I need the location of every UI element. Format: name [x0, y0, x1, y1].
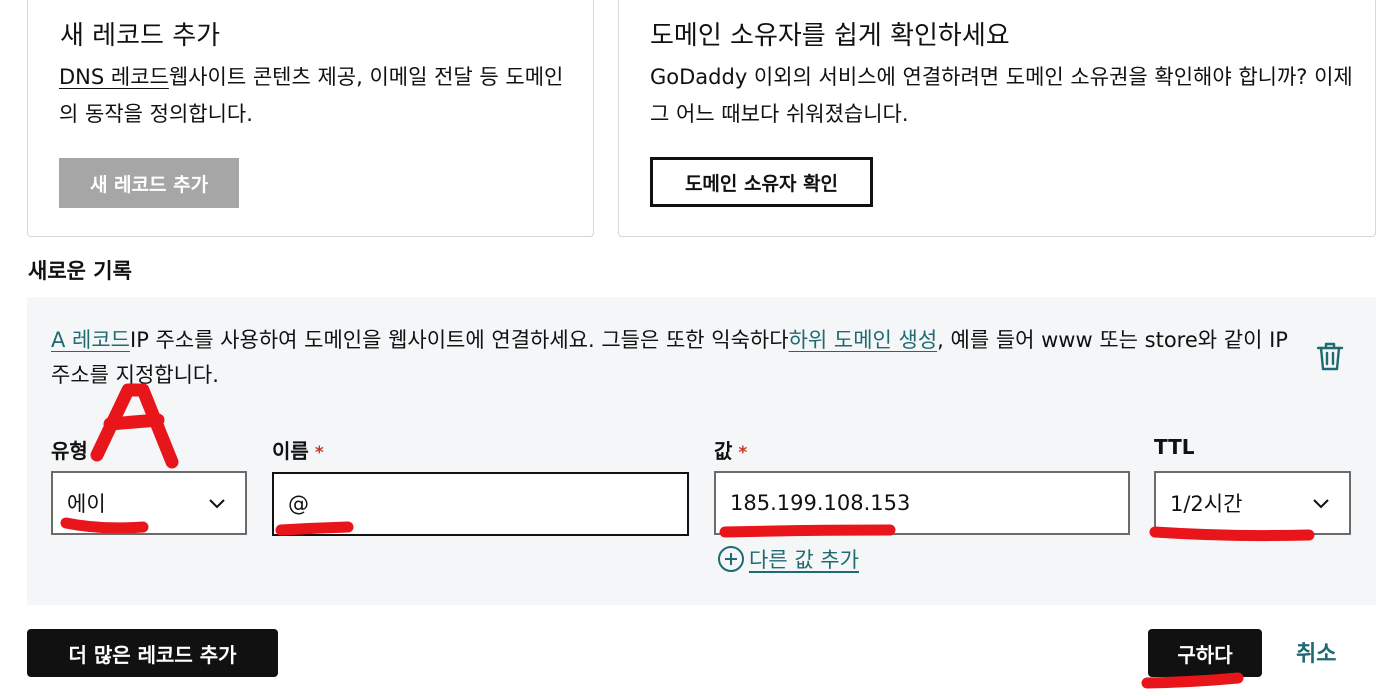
name-input-value: @	[288, 492, 309, 516]
type-label: 유형	[51, 435, 88, 464]
trash-icon[interactable]	[1313, 339, 1347, 373]
dns-records-link[interactable]: DNS 레코드	[59, 65, 169, 89]
ttl-select[interactable]: 1/2시간	[1154, 471, 1351, 535]
add-new-record-button[interactable]: 새 레코드 추가	[59, 158, 239, 208]
chevron-down-icon	[1313, 499, 1329, 509]
underline-save	[1141, 672, 1244, 689]
value-label-text: 값	[714, 439, 733, 463]
add-record-card: 새 레코드 추가 DNS 레코드웹사이트 콘텐츠 제공, 이메일 전달 등 도메…	[27, 0, 594, 237]
add-record-description: DNS 레코드웹사이트 콘텐츠 제공, 이메일 전달 등 도메인의 동작을 정의…	[59, 59, 579, 133]
add-another-value-label: 다른 값 추가	[749, 548, 859, 572]
value-label: 값 *	[714, 435, 747, 464]
verify-owner-card: 도메인 소유자를 쉽게 확인하세요 GoDaddy 이외의 서비스에 연결하려면…	[618, 0, 1376, 237]
new-record-section-title: 새로운 기록	[28, 259, 132, 283]
ttl-select-value: 1/2시간	[1170, 492, 1243, 516]
desc-text-1: IP 주소를 사용하여 도메인을 웹사이트에 연결하세요. 그들은 또한 익숙하…	[130, 328, 789, 352]
value-input[interactable]: 185.199.108.153	[714, 471, 1130, 535]
verify-owner-description: GoDaddy 이외의 서비스에 연결하려면 도메인 소유권을 확인해야 합니까…	[650, 65, 1353, 126]
type-select-value: 에이	[67, 492, 106, 516]
a-record-link[interactable]: A 레코드	[51, 328, 130, 352]
verify-owner-button[interactable]: 도메인 소유자 확인	[650, 157, 873, 207]
type-select[interactable]: 에이	[51, 471, 247, 535]
chevron-down-icon	[209, 499, 225, 509]
cancel-button[interactable]: 취소	[1296, 636, 1336, 668]
subdomain-link[interactable]: 하위 도메인 생성	[789, 328, 938, 352]
plus-circle-icon	[718, 546, 744, 572]
add-another-value-link[interactable]: 다른 값 추가	[717, 544, 859, 574]
name-label-text: 이름	[272, 439, 309, 463]
add-more-records-button[interactable]: 더 많은 레코드 추가	[27, 629, 278, 677]
verify-owner-title: 도메인 소유자를 쉽게 확인하세요	[650, 21, 1010, 51]
name-label: 이름 *	[272, 435, 324, 464]
new-record-panel: A 레코드IP 주소를 사용하여 도메인을 웹사이트에 연결하세요. 그들은 또…	[27, 297, 1376, 605]
save-button[interactable]: 구하다	[1148, 629, 1262, 677]
name-required-mark: *	[314, 443, 324, 463]
type-label-text: 유형	[51, 439, 88, 463]
name-input[interactable]: @	[272, 472, 689, 536]
value-input-value: 185.199.108.153	[730, 491, 911, 515]
ttl-label-text: TTL	[1154, 435, 1195, 459]
new-record-description: A 레코드IP 주소를 사용하여 도메인을 웹사이트에 연결하세요. 그들은 또…	[51, 323, 1311, 393]
value-required-mark: *	[738, 443, 748, 463]
ttl-label: TTL	[1154, 435, 1195, 459]
add-record-title: 새 레코드 추가	[60, 21, 221, 51]
